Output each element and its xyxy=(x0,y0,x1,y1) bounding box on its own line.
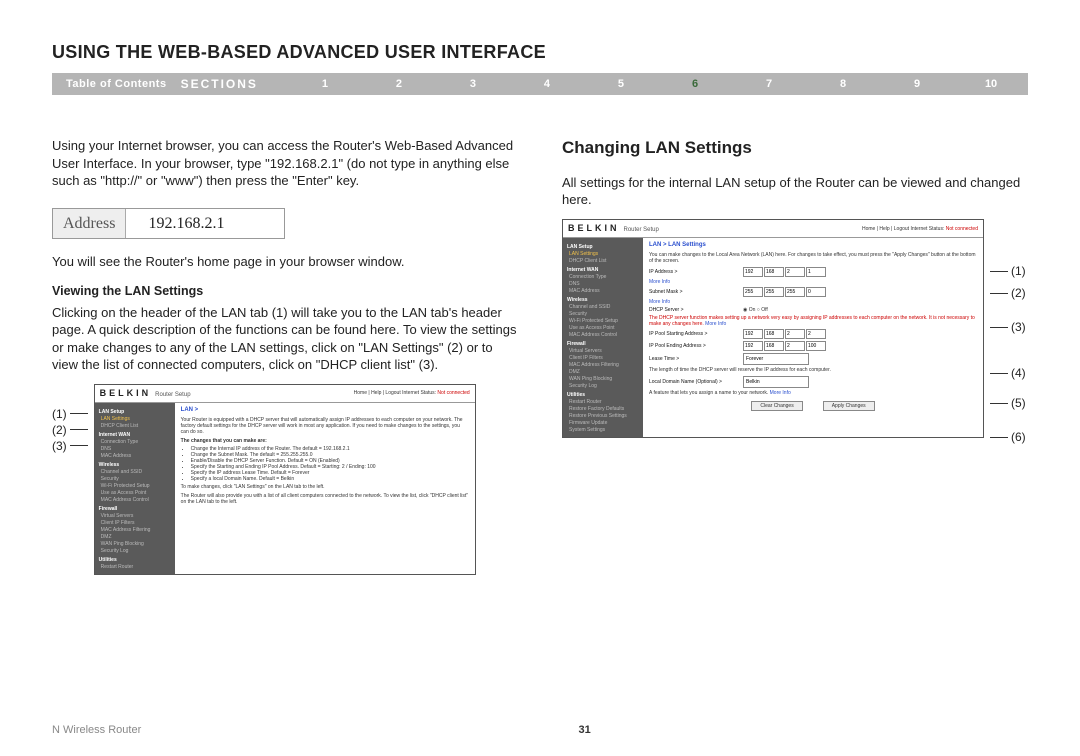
section-nav-bar: Table of Contents SECTIONS 12345678910 xyxy=(52,73,1028,95)
callout: (1) xyxy=(52,406,88,422)
page-number: 31 xyxy=(579,724,591,736)
note-2: The Router will also provide you with a … xyxy=(181,493,469,505)
nav-section-2[interactable]: 2 xyxy=(362,78,436,90)
callout: (3) xyxy=(990,319,1026,335)
nav-section-8[interactable]: 8 xyxy=(806,78,880,90)
router-lan-screenshot: BELKINRouter Setup Home | Help | Logout … xyxy=(94,384,476,575)
header-links: Home | Help | Logout Internet Status: No… xyxy=(862,226,978,232)
homepage-note: You will see the Router's home page in y… xyxy=(52,253,518,271)
address-value: 192.168.2.1 xyxy=(126,209,284,239)
viewing-lan-paragraph: Clicking on the header of the LAN tab (1… xyxy=(52,304,518,374)
callout: (5) xyxy=(990,395,1026,411)
nav-sections-label: SECTIONS xyxy=(181,77,288,91)
brand-sub: Router Setup xyxy=(155,392,190,398)
changes-sub: The changes that you can make are: xyxy=(181,438,469,444)
brand-logo: BELKIN xyxy=(568,223,620,233)
footer-product: N Wireless Router xyxy=(52,724,141,736)
changing-lan-heading: Changing LAN Settings xyxy=(562,137,1028,160)
router-lan-settings-screenshot: BELKIN Router Setup Home | Help | Logout … xyxy=(562,219,984,438)
header-links: Home | Help | Logout Internet Status: No… xyxy=(354,390,470,396)
nav-toc[interactable]: Table of Contents xyxy=(52,78,181,90)
nav-section-4[interactable]: 4 xyxy=(510,78,584,90)
nav-section-1[interactable]: 1 xyxy=(288,78,362,90)
nav-section-9[interactable]: 9 xyxy=(880,78,954,90)
lan-description: Your Router is equipped with a DHCP serv… xyxy=(181,417,469,435)
note-1: To make changes, click "LAN Settings" on… xyxy=(181,484,469,490)
callout: (3) xyxy=(52,438,88,454)
changes-list: Change the Internal IP address of the Ro… xyxy=(191,446,469,482)
address-bar-illustration: Address 192.168.2.1 xyxy=(52,208,285,240)
address-label: Address xyxy=(53,209,126,239)
page-title: USING THE WEB-BASED ADVANCED USER INTERF… xyxy=(52,42,1028,63)
router-sidebar: LAN SetupLAN SettingsDHCP Client ListInt… xyxy=(95,403,175,574)
callout: (1) xyxy=(990,263,1026,279)
viewing-lan-heading: Viewing the LAN Settings xyxy=(52,283,518,300)
nav-section-6[interactable]: 6 xyxy=(658,78,732,90)
nav-section-3[interactable]: 3 xyxy=(436,78,510,90)
breadcrumb: LAN > xyxy=(181,407,469,414)
callout: (4) xyxy=(990,365,1026,381)
callout: (6) xyxy=(990,429,1026,445)
nav-section-5[interactable]: 5 xyxy=(584,78,658,90)
router-sidebar: LAN SetupLAN SettingsDHCP Client ListInt… xyxy=(563,238,643,437)
nav-section-7[interactable]: 7 xyxy=(732,78,806,90)
intro-paragraph: Using your Internet browser, you can acc… xyxy=(52,137,518,190)
brand-logo: BELKIN xyxy=(100,388,152,398)
nav-section-10[interactable]: 10 xyxy=(954,78,1028,90)
changing-lan-paragraph: All settings for the internal LAN setup … xyxy=(562,174,1028,209)
callout: (2) xyxy=(52,422,88,438)
brand-sub: Router Setup xyxy=(624,227,659,233)
callout: (2) xyxy=(990,285,1026,301)
